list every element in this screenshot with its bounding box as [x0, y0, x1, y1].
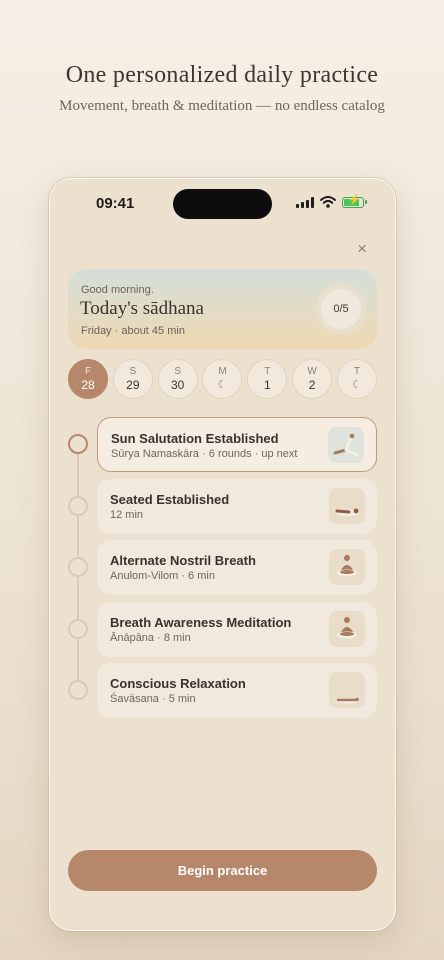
day-number: 2 [308, 377, 316, 392]
dynamic-island [173, 189, 272, 219]
greeting: Good morning. [81, 284, 154, 296]
day-number: 30 [170, 377, 185, 392]
practice-subtitle: 12 min [110, 509, 144, 521]
day-chip[interactable]: M ☾ [202, 359, 243, 399]
today-card: Good morning. Today's sādhana Friday · a… [68, 269, 377, 349]
day-letter: F [84, 365, 92, 377]
marketing-headline: One personalized daily practice [65, 62, 379, 88]
day-number: 28 [81, 377, 95, 392]
practice-card[interactable]: Breath Awareness Meditation Ānāpāna · 8 … [97, 602, 377, 657]
day-letter: T [264, 365, 271, 377]
lying-pose-icon [329, 672, 365, 708]
practice-subtitle: Śavāsana · 5 min [110, 693, 196, 705]
practice-title: Sun Salutation Established [111, 431, 279, 446]
day-chip[interactable]: F 28 [68, 359, 108, 399]
wifi-icon [320, 196, 336, 208]
timeline-dot [68, 434, 88, 454]
day-number: 1 [263, 377, 271, 392]
timeline-dot [68, 557, 88, 577]
status-time: 09:41 [96, 195, 135, 212]
progress-label: 0/5 [333, 303, 349, 315]
practice-card[interactable]: Seated Established 12 min [97, 479, 377, 534]
marketing-subline: Movement, breath & meditation — no endle… [59, 98, 385, 114]
meditation-figure-icon [329, 611, 365, 647]
moon-icon: ☾ [352, 378, 362, 391]
practice-subtitle: Ānāpāna · 8 min [110, 632, 191, 644]
day-chip[interactable]: T ☾ [336, 359, 377, 399]
meditation-figure-icon [329, 549, 365, 585]
signal-icon [296, 196, 314, 208]
timeline-dot [68, 496, 88, 516]
day-letter: T [353, 365, 361, 377]
practice-card[interactable]: Conscious Relaxation Śavāsana · 5 min [97, 663, 377, 718]
practice-title: Conscious Relaxation [110, 676, 246, 691]
today-meta: Friday · about 45 min [81, 325, 185, 337]
practice-title: Alternate Nostril Breath [110, 553, 256, 568]
day-letter: S [129, 365, 137, 377]
close-button[interactable]: × [357, 239, 367, 259]
day-letter: S [174, 365, 181, 377]
begin-practice-button[interactable]: Begin practice [68, 850, 377, 891]
practice-subtitle: Sūrya Namaskāra · 6 rounds · up next [111, 448, 298, 460]
sun-salutation-pose-icon [328, 427, 364, 463]
practice-title: Seated Established [110, 492, 230, 507]
day-chip[interactable]: S 29 [112, 359, 153, 399]
timeline-dot [68, 680, 88, 700]
progress-ring: 0/5 [316, 284, 366, 334]
practice-card[interactable]: Sun Salutation Established Sūrya Namaskā… [97, 417, 377, 472]
day-letter: W [307, 365, 317, 377]
day-letter: M [218, 365, 227, 377]
phone-frame: 09:41 ⚡ × Good morning. Today's sādhana … [49, 178, 396, 931]
seated-pose-icon [329, 488, 365, 524]
status-icons: ⚡ [296, 195, 367, 208]
day-chip[interactable]: T 1 [247, 359, 288, 399]
moon-icon: ☾ [217, 378, 228, 391]
timeline-dot [68, 619, 88, 639]
battery-charging-icon: ⚡ [342, 195, 367, 208]
day-number: 29 [126, 377, 140, 392]
week-strip: F 28 S 29 S 30 M ☾ T 1 W 2 T ☾ [68, 359, 377, 399]
day-chip[interactable]: W 2 [292, 359, 333, 399]
practice-title: Breath Awareness Meditation [110, 615, 292, 630]
practice-subtitle: Anulom-Vilom · 6 min [110, 570, 215, 582]
practice-card[interactable]: Alternate Nostril Breath Anulom-Vilom · … [97, 540, 377, 595]
day-chip[interactable]: S 30 [157, 359, 198, 399]
today-title: Today's sādhana [80, 298, 204, 319]
